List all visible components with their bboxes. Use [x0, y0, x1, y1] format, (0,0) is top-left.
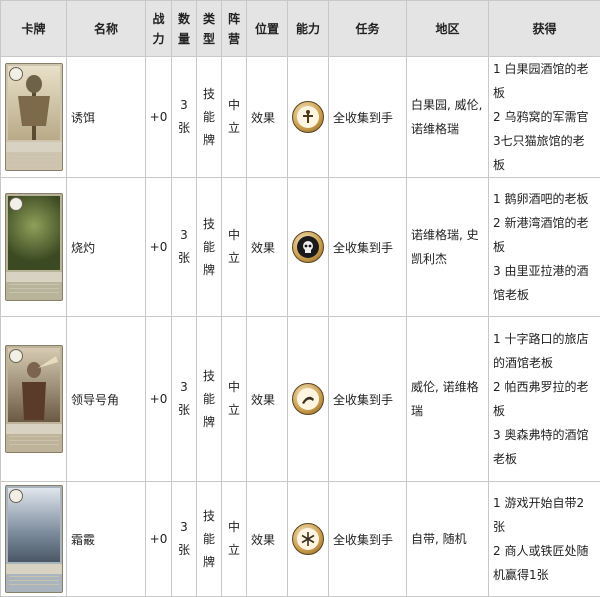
obtain-line: 3 奥森弗特的酒馆老板	[493, 423, 596, 471]
card-obtain: 1 鹅卵酒吧的老板 2 新港湾酒馆的老板 3 由里亚拉港的酒馆老板	[489, 178, 600, 317]
card-name: 霜霰	[67, 482, 146, 597]
table-row: 烧灼 +0 3张 技能牌 中立 效果 全收集到手 诺维格瑞, 史凯利杰 1 鹅卵…	[1, 178, 600, 317]
card-type: 技能牌	[203, 83, 215, 152]
obtain-line: 2 新港湾酒馆的老板	[493, 211, 596, 259]
card-faction: 中立	[228, 516, 240, 562]
card-name: 诱饵	[67, 57, 146, 178]
card-faction: 中立	[228, 224, 240, 270]
card-count: 3张	[178, 376, 190, 422]
card-badge-icon	[9, 489, 23, 503]
header-ability: 能力	[288, 1, 329, 57]
decoy-ability-icon	[292, 101, 324, 133]
obtain-line: 2 帕西弗罗拉的老板	[493, 375, 596, 423]
card-power: +0	[146, 178, 172, 317]
card-task: 全收集到手	[329, 57, 407, 178]
card-type: 技能牌	[203, 365, 215, 434]
card-power: +0	[146, 482, 172, 597]
card-badge-icon	[9, 349, 23, 363]
card-badge-icon	[9, 67, 23, 81]
horn-card-art	[5, 345, 63, 453]
card-faction: 中立	[228, 376, 240, 422]
obtain-line: 3七只猫旅馆的老板	[493, 129, 596, 177]
card-count: 3张	[178, 516, 190, 562]
card-task: 全收集到手	[329, 482, 407, 597]
frost-card-art	[5, 485, 63, 593]
card-position: 效果	[247, 57, 288, 178]
card-position: 效果	[247, 178, 288, 317]
card-region: 诺维格瑞, 史凯利杰	[407, 178, 489, 317]
obtain-line: 1 白果园酒馆的老板	[493, 57, 596, 105]
card-name: 领导号角	[67, 317, 146, 482]
header-card: 卡牌	[1, 1, 67, 57]
header-name: 名称	[67, 1, 146, 57]
card-position: 效果	[247, 482, 288, 597]
header-row: 卡牌 名称 战力 数量 类型 阵营 位置 能力 任务 地区 获得	[1, 1, 600, 57]
skull-ability-icon	[292, 231, 324, 263]
card-task: 全收集到手	[329, 317, 407, 482]
card-position: 效果	[247, 317, 288, 482]
card-region: 威伦, 诺维格瑞	[407, 317, 489, 482]
scorch-card-art	[5, 193, 63, 301]
obtain-line: 1 十字路口的旅店的酒馆老板	[493, 327, 596, 375]
card-power: +0	[146, 57, 172, 178]
card-count: 3张	[178, 94, 190, 140]
obtain-line: 3 由里亚拉港的酒馆老板	[493, 259, 596, 307]
card-type: 技能牌	[203, 505, 215, 574]
card-task: 全收集到手	[329, 178, 407, 317]
table-row: 诱饵 +0 3张 技能牌 中立 效果 全收集到手 白果园, 威伦, 诺维格瑞 1…	[1, 57, 600, 178]
header-region: 地区	[407, 1, 489, 57]
card-obtain: 1 白果园酒馆的老板 2 乌鸦窝的军需官 3七只猫旅馆的老板	[489, 57, 600, 178]
header-power: 战力	[153, 9, 165, 49]
card-faction: 中立	[228, 94, 240, 140]
obtain-line: 1 鹅卵酒吧的老板	[493, 187, 596, 211]
header-count: 数量	[178, 9, 190, 49]
obtain-line: 2 商人或铁匠处随机赢得1张	[493, 539, 596, 587]
header-position: 位置	[247, 1, 288, 57]
card-name: 烧灼	[67, 178, 146, 317]
card-region: 自带, 随机	[407, 482, 489, 597]
scarecrow-card-art	[5, 63, 63, 171]
table-row: 霜霰 +0 3张 技能牌 中立 效果 全收集到手 自带, 随机 1 游戏开始自带…	[1, 482, 600, 597]
horn-ability-icon	[292, 383, 324, 415]
header-type: 类型	[203, 9, 215, 49]
gwent-card-table: 卡牌 名称 战力 数量 类型 阵营 位置 能力 任务 地区 获得	[0, 0, 600, 597]
card-obtain: 1 十字路口的旅店的酒馆老板 2 帕西弗罗拉的老板 3 奥森弗特的酒馆老板	[489, 317, 600, 482]
header-faction: 阵营	[228, 9, 240, 49]
header-task: 任务	[329, 1, 407, 57]
obtain-line: 2 乌鸦窝的军需官	[493, 105, 596, 129]
card-count: 3张	[178, 224, 190, 270]
header-obtain: 获得	[489, 1, 600, 57]
card-type: 技能牌	[203, 213, 215, 282]
snowflake-ability-icon	[292, 523, 324, 555]
table-row: 领导号角 +0 3张 技能牌 中立 效果 全收集到手 威伦, 诺维格瑞 1 十字…	[1, 317, 600, 482]
card-power: +0	[146, 317, 172, 482]
card-obtain: 1 游戏开始自带2张 2 商人或铁匠处随机赢得1张	[489, 482, 600, 597]
card-badge-icon	[9, 197, 23, 211]
card-region: 白果园, 威伦, 诺维格瑞	[407, 57, 489, 178]
obtain-line: 1 游戏开始自带2张	[493, 491, 596, 539]
